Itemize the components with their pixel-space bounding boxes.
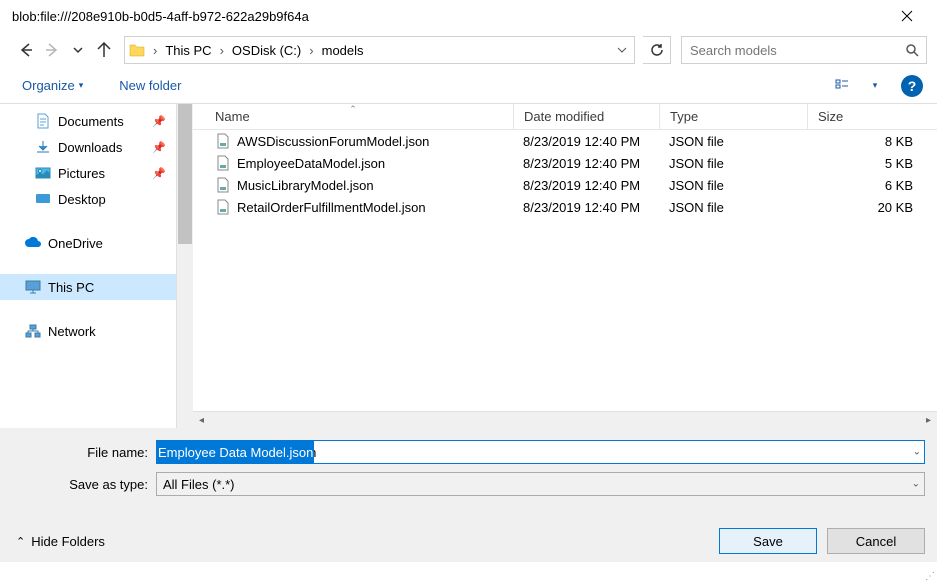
sort-caret-icon: ⌃	[349, 104, 357, 115]
horizontal-scrollbar[interactable]: ◂ ▸	[193, 411, 937, 428]
column-header-type[interactable]: Type	[659, 104, 807, 129]
nav-back-button[interactable]	[14, 38, 38, 62]
file-type: JSON file	[659, 130, 807, 152]
file-name: AWSDiscussionForumModel.json	[237, 134, 429, 149]
nav-up-button[interactable]	[92, 38, 116, 62]
network-icon	[24, 322, 42, 340]
chevron-up-icon: ⌃	[16, 535, 25, 548]
pin-icon: 📌	[152, 141, 166, 154]
json-file-icon	[215, 199, 231, 215]
file-date: 8/23/2019 12:40 PM	[513, 174, 659, 196]
sidebar-item-label: Downloads	[58, 140, 122, 155]
sidebar-item-label: Pictures	[58, 166, 105, 181]
sidebar-item-label: This PC	[48, 280, 94, 295]
sidebar-item-downloads[interactable]: Downloads 📌	[0, 134, 176, 160]
file-name: EmployeeDataModel.json	[237, 156, 385, 171]
scroll-right-icon[interactable]: ▸	[920, 412, 937, 429]
breadcrumb-thispc[interactable]: This PC	[161, 37, 215, 63]
file-row[interactable]: EmployeeDataModel.json 8/23/2019 12:40 PM…	[193, 152, 937, 174]
sidebar-item-label: Desktop	[58, 192, 106, 207]
breadcrumb-models[interactable]: models	[318, 37, 368, 63]
document-icon	[34, 112, 52, 130]
savetype-combo[interactable]: All Files (*.*) ⌄	[156, 472, 925, 496]
sidebar-item-label: Network	[48, 324, 96, 339]
window-title: blob:file:///208e910b-b0d5-4aff-b972-622…	[8, 9, 885, 24]
file-type: JSON file	[659, 152, 807, 174]
file-type: JSON file	[659, 196, 807, 218]
chevron-right-icon[interactable]: ›	[149, 43, 161, 58]
json-file-icon	[215, 133, 231, 149]
json-file-icon	[215, 155, 231, 171]
file-size: 8 KB	[807, 130, 937, 152]
search-icon[interactable]	[898, 43, 926, 57]
sidebar-item-onedrive[interactable]: OneDrive	[0, 230, 176, 256]
savetype-dropdown-icon: ⌄	[912, 479, 920, 490]
breadcrumb-osdisk[interactable]: OSDisk (C:)	[228, 37, 305, 63]
sidebar-item-network[interactable]: Network	[0, 318, 176, 344]
view-dropdown[interactable]: ▾	[861, 72, 889, 100]
nav-forward-button[interactable]	[40, 38, 64, 62]
cancel-button[interactable]: Cancel	[827, 528, 925, 554]
download-icon	[34, 138, 52, 156]
sidebar-item-pictures[interactable]: Pictures 📌	[0, 160, 176, 186]
nav-recent-dropdown[interactable]	[66, 38, 90, 62]
sidebar-item-documents[interactable]: Documents 📌	[0, 108, 176, 134]
pictures-icon	[34, 164, 52, 182]
file-row[interactable]: MusicLibraryModel.json 8/23/2019 12:40 PM…	[193, 174, 937, 196]
folder-icon	[125, 43, 149, 57]
sidebar-item-label: OneDrive	[48, 236, 103, 251]
chevron-right-icon[interactable]: ›	[305, 43, 317, 58]
file-name: RetailOrderFulfillmentModel.json	[237, 200, 426, 215]
address-dropdown[interactable]	[610, 45, 634, 55]
sidebar-item-thispc[interactable]: This PC	[0, 274, 176, 300]
filename-dropdown[interactable]: ⌄	[913, 447, 921, 458]
file-size: 6 KB	[807, 174, 937, 196]
pin-icon: 📌	[152, 115, 166, 128]
column-header-name[interactable]: ⌃ Name	[193, 104, 513, 129]
chevron-right-icon[interactable]: ›	[216, 43, 228, 58]
sidebar-item-desktop[interactable]: Desktop	[0, 186, 176, 212]
column-header-date[interactable]: Date modified	[513, 104, 659, 129]
pin-icon: 📌	[152, 167, 166, 180]
file-date: 8/23/2019 12:40 PM	[513, 130, 659, 152]
caret-down-icon: ▾	[79, 80, 84, 91]
help-button[interactable]: ?	[901, 75, 923, 97]
savetype-label: Save as type:	[12, 477, 156, 492]
file-type: JSON file	[659, 174, 807, 196]
search-box[interactable]	[681, 36, 927, 64]
file-date: 8/23/2019 12:40 PM	[513, 196, 659, 218]
column-header-size[interactable]: Size	[807, 104, 937, 129]
file-row[interactable]: RetailOrderFulfillmentModel.json 8/23/201…	[193, 196, 937, 218]
filename-selection: Employee Data Model.json	[157, 441, 314, 463]
close-button[interactable]	[885, 0, 929, 32]
hide-folders-button[interactable]: ⌃ Hide Folders	[12, 530, 109, 553]
sidebar-item-label: Documents	[58, 114, 124, 129]
address-bar[interactable]: › This PC › OSDisk (C:) › models	[124, 36, 635, 64]
organize-button[interactable]: Organize ▾	[14, 74, 91, 97]
refresh-button[interactable]	[643, 36, 671, 64]
onedrive-icon	[24, 234, 42, 252]
navigation-pane[interactable]: Documents 📌 Downloads 📌 Pictures 📌 Deskt…	[0, 104, 176, 428]
json-file-icon	[215, 177, 231, 193]
filename-label: File name:	[12, 445, 156, 460]
save-button[interactable]: Save	[719, 528, 817, 554]
file-date: 8/23/2019 12:40 PM	[513, 152, 659, 174]
desktop-icon	[34, 190, 52, 208]
thispc-icon	[24, 278, 42, 296]
new-folder-button[interactable]: New folder	[111, 74, 189, 97]
sidebar-scrollbar[interactable]	[176, 104, 193, 428]
view-options-button[interactable]	[829, 72, 857, 100]
search-input[interactable]	[682, 43, 898, 58]
file-name: MusicLibraryModel.json	[237, 178, 374, 193]
file-row[interactable]: AWSDiscussionForumModel.json 8/23/2019 12…	[193, 130, 937, 152]
resize-grip[interactable]: ⋰	[925, 571, 935, 582]
scroll-left-icon[interactable]: ◂	[193, 412, 210, 429]
file-size: 5 KB	[807, 152, 937, 174]
file-size: 20 KB	[807, 196, 937, 218]
